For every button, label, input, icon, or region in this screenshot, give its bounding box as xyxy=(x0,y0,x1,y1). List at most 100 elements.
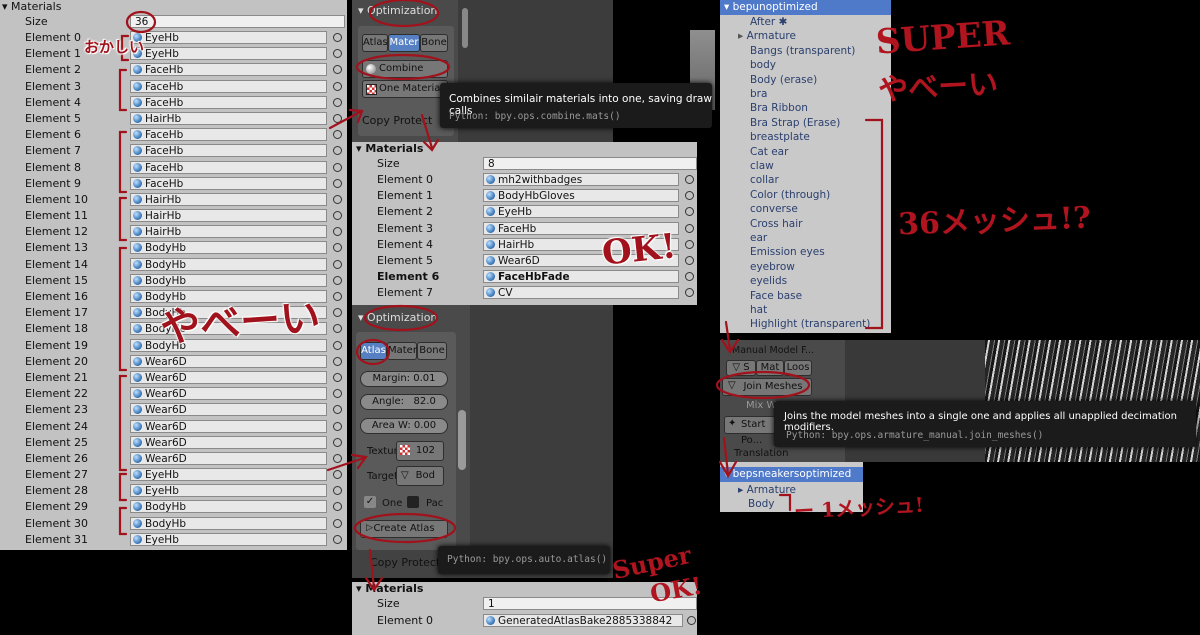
material-field[interactable]: HairHb xyxy=(130,209,327,223)
tab-atlas[interactable]: Atlas xyxy=(362,34,388,52)
object-picker-icon[interactable] xyxy=(685,223,694,233)
manual-model-title[interactable]: Manual Model F... xyxy=(732,345,814,356)
material-field[interactable]: Wear6D xyxy=(130,403,327,417)
object-picker-icon[interactable] xyxy=(333,502,342,512)
object-picker-icon[interactable] xyxy=(333,194,342,204)
material-field[interactable]: EyeHb xyxy=(130,532,327,546)
object-picker-icon[interactable] xyxy=(685,272,694,282)
one-checkbox[interactable]: ✓ xyxy=(364,496,376,508)
atlas-tab-materials[interactable]: Mater xyxy=(387,342,417,360)
material-field[interactable]: BodyHb xyxy=(130,257,327,271)
atlas-optimization-title[interactable]: ▾ Optimization xyxy=(358,311,437,324)
optimization-title[interactable]: ▾ Optimization xyxy=(358,4,437,17)
scrollbar-atlas[interactable] xyxy=(458,410,466,470)
outliner-item[interactable]: Cat ear xyxy=(750,146,788,158)
object-picker-icon[interactable] xyxy=(333,211,342,221)
material-field[interactable]: Wear6D xyxy=(130,387,327,401)
outliner-item[interactable]: Emission eyes xyxy=(750,246,825,258)
mid-material-field[interactable]: EyeHb xyxy=(483,205,679,219)
outliner-item[interactable]: claw xyxy=(750,160,774,172)
object-picker-icon[interactable] xyxy=(333,113,342,123)
scrollbar-top[interactable] xyxy=(462,8,468,48)
outliner-item[interactable]: After ✱ xyxy=(750,16,787,28)
area-slider[interactable]: Area W: 0.00 xyxy=(360,418,448,434)
object-picker-icon[interactable] xyxy=(333,308,342,318)
object-picker-icon[interactable] xyxy=(685,175,694,184)
object-picker-icon[interactable] xyxy=(333,486,342,496)
mid-material-field[interactable]: CV xyxy=(483,286,679,300)
material-field[interactable]: EyeHb xyxy=(130,47,327,61)
optimized-header[interactable]: ▾ bepsneakersoptimized xyxy=(720,467,863,482)
material-field[interactable]: FaceHb xyxy=(130,128,327,142)
outliner-item[interactable]: body xyxy=(750,59,776,71)
outliner-item[interactable]: bra xyxy=(750,88,767,100)
material-field[interactable]: FaceHb xyxy=(130,160,327,174)
material-field[interactable]: HairHb xyxy=(130,192,327,206)
outliner-item[interactable]: breastplate xyxy=(750,131,810,143)
object-picker-icon[interactable] xyxy=(333,437,342,447)
outliner-item[interactable]: collar xyxy=(750,174,779,186)
material-field[interactable]: HairHb xyxy=(130,225,327,239)
material-field[interactable]: FaceHb xyxy=(130,95,327,109)
optimized-item-body[interactable]: Body xyxy=(748,498,775,510)
material-field[interactable]: Wear6D xyxy=(130,419,327,433)
object-picker-icon[interactable] xyxy=(685,191,694,201)
object-picker-icon[interactable] xyxy=(333,405,342,415)
manual-tab-loose[interactable]: Loos xyxy=(784,360,812,376)
material-field[interactable]: BodyHb xyxy=(130,241,327,255)
object-picker-icon[interactable] xyxy=(333,453,342,463)
object-picker-icon[interactable] xyxy=(333,49,342,59)
object-picker-icon[interactable] xyxy=(333,389,342,399)
object-picker-icon[interactable] xyxy=(333,243,342,253)
outliner-item[interactable]: Bangs (transparent) xyxy=(750,45,855,57)
object-picker-icon[interactable] xyxy=(687,616,696,625)
object-picker-icon[interactable] xyxy=(333,162,342,172)
mid-size-input[interactable]: 8 xyxy=(483,157,697,170)
outliner-item[interactable]: converse xyxy=(750,203,798,215)
outliner-item[interactable]: hat xyxy=(750,304,767,316)
atlas-tab-bone[interactable]: Bone xyxy=(417,342,447,360)
outliner-item[interactable]: Highlight (transparent) xyxy=(750,318,870,330)
angle-slider[interactable]: Angle: 82.0 xyxy=(360,394,448,410)
mid-materials-header[interactable]: ▾ Materials xyxy=(352,142,697,156)
outliner-header[interactable]: ▾ bepunoptimized xyxy=(720,0,891,15)
object-picker-icon[interactable] xyxy=(685,255,694,265)
object-picker-icon[interactable] xyxy=(685,288,694,298)
object-picker-icon[interactable] xyxy=(333,340,342,350)
outliner-item[interactable]: eyelids xyxy=(750,275,787,287)
outliner-item[interactable]: eyebrow xyxy=(750,261,795,273)
object-picker-icon[interactable] xyxy=(333,275,342,285)
material-field[interactable]: EyeHb xyxy=(130,484,327,498)
manual-tab-s[interactable]: ▽ S xyxy=(726,360,756,376)
object-picker-icon[interactable] xyxy=(333,421,342,431)
outliner-item[interactable]: Bra Strap (Erase) xyxy=(750,117,840,129)
material-field[interactable]: HairHb xyxy=(130,111,327,125)
translation-label[interactable]: Translation xyxy=(734,448,789,459)
outliner-item[interactable]: Color (through) xyxy=(750,189,830,201)
object-picker-icon[interactable] xyxy=(333,65,342,75)
outliner-item[interactable]: ear xyxy=(750,232,767,244)
tab-materials[interactable]: Mater xyxy=(388,34,420,52)
manual-tab-mat[interactable]: Mat xyxy=(756,360,784,376)
bottom-materials-header[interactable]: ▾ Materials xyxy=(352,582,697,596)
object-picker-icon[interactable] xyxy=(333,97,342,107)
object-picker-icon[interactable] xyxy=(333,518,342,528)
optimized-item-armature[interactable]: ▸ Armature xyxy=(738,484,796,496)
material-field[interactable]: Wear6D xyxy=(130,354,327,368)
pack-checkbox[interactable] xyxy=(407,496,419,508)
material-field[interactable]: EyeHb xyxy=(130,468,327,482)
bottom-element-field[interactable]: GeneratedAtlasBake2885338842 xyxy=(483,614,683,627)
outliner-item[interactable]: Bra Ribbon xyxy=(750,102,808,114)
material-field[interactable]: Wear6D xyxy=(130,370,327,384)
materials-foldout[interactable]: ▾ Materials xyxy=(0,0,347,14)
object-picker-icon[interactable] xyxy=(333,178,342,188)
outliner-item[interactable]: Body (erase) xyxy=(750,74,817,86)
outliner-item[interactable]: Cross hair xyxy=(750,218,802,230)
material-field[interactable]: FaceHb xyxy=(130,176,327,190)
object-picker-icon[interactable] xyxy=(333,81,342,91)
object-picker-icon[interactable] xyxy=(333,227,342,237)
object-picker-icon[interactable] xyxy=(685,207,694,217)
object-picker-icon[interactable] xyxy=(333,130,342,140)
material-field[interactable]: Wear6D xyxy=(130,435,327,449)
object-picker-icon[interactable] xyxy=(333,356,342,366)
